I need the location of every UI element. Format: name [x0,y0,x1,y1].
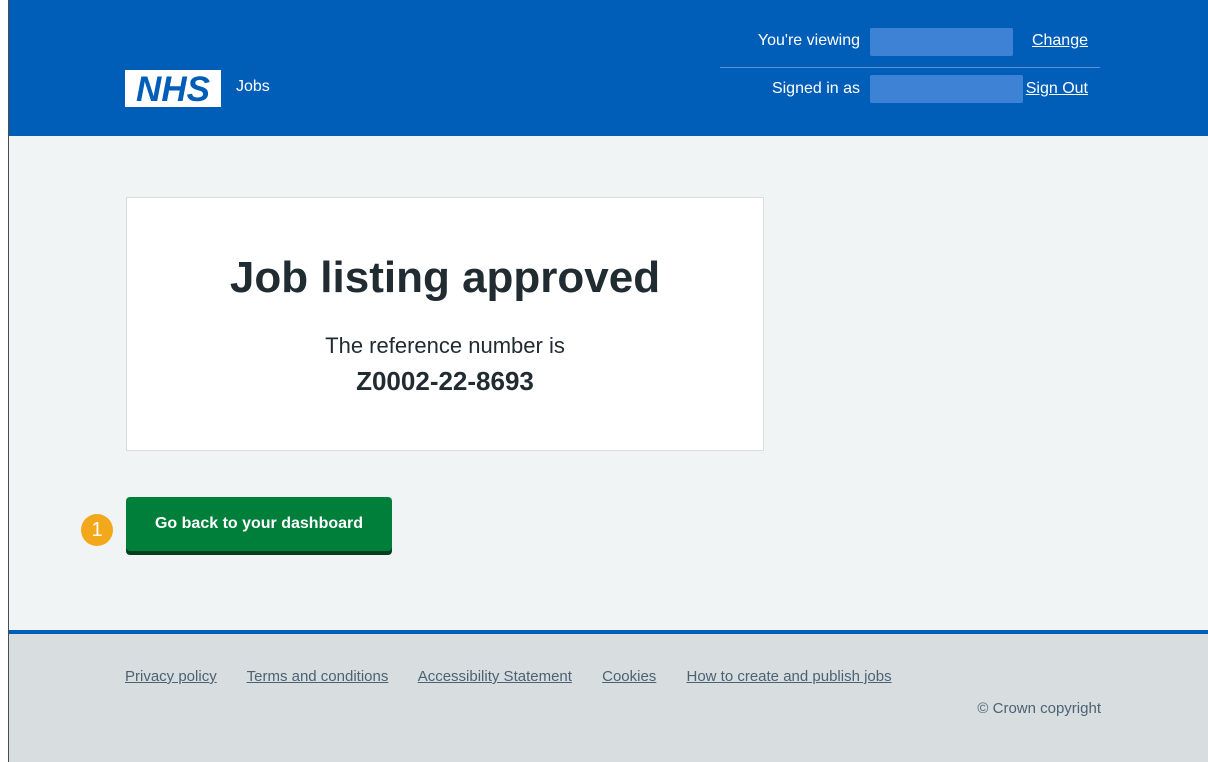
terms-and-conditions-link[interactable]: Terms and conditions [247,668,389,685]
footer-links: Privacy policy Terms and conditions Acce… [125,668,918,685]
site-header: NHS Jobs You're viewing Change Signed in… [9,0,1208,136]
account-area: You're viewing Change Signed in as Sign … [720,28,1100,114]
viewing-row: You're viewing Change [720,28,1100,66]
confirmation-panel: Job listing approved The reference numbe… [126,197,764,451]
cookies-link[interactable]: Cookies [602,668,656,685]
redacted-user [870,75,1023,103]
service-name: Jobs [236,78,270,95]
nhs-logo[interactable]: NHS [125,70,221,107]
signed-in-label: Signed in as [771,80,860,97]
privacy-policy-link[interactable]: Privacy policy [125,668,217,685]
reference-number: Z0002-22-8693 [356,366,534,396]
nhs-logo-text: NHS [136,70,210,107]
redacted-organisation [870,28,1013,56]
page-title: Job listing approved [229,253,661,302]
change-link[interactable]: Change [1032,32,1088,50]
sign-out-link[interactable]: Sign Out [1026,80,1088,98]
reference-label: The reference number is [325,333,565,358]
how-to-create-and-publish-jobs-link[interactable]: How to create and publish jobs [686,668,891,685]
accessibility-statement-link[interactable]: Accessibility Statement [418,668,572,685]
viewing-label: You're viewing [757,32,860,49]
signed-in-row: Signed in as Sign Out [720,75,1100,114]
step-callout-badge: 1 [81,514,113,546]
copyright-text: © Crown copyright [977,700,1101,717]
page-frame: NHS Jobs You're viewing Change Signed in… [8,0,1208,762]
go-back-to-dashboard-button[interactable]: Go back to your dashboard [126,497,392,551]
header-divider [720,67,1100,68]
site-footer: Privacy policy Terms and conditions Acce… [9,630,1208,762]
